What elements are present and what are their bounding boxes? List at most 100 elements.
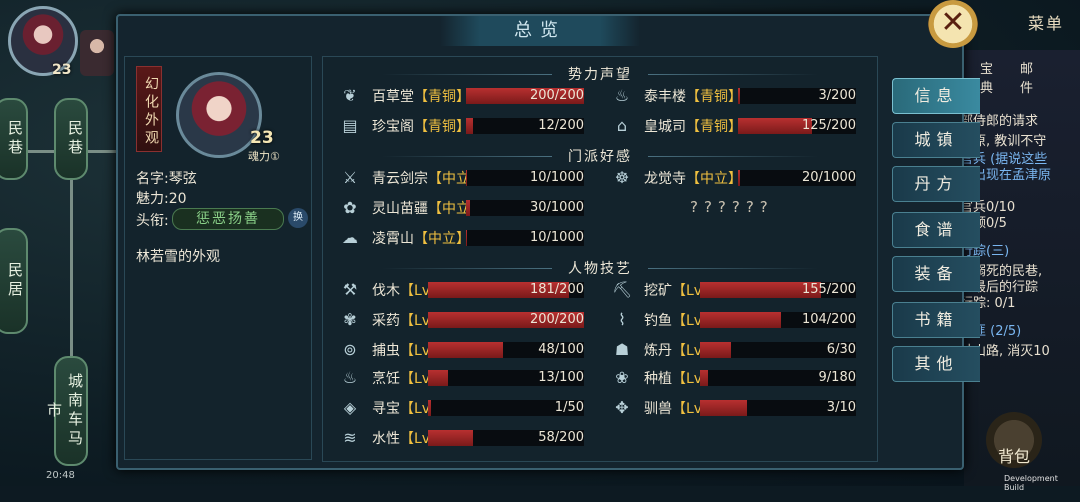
status-time: 20:48 xyxy=(46,470,75,481)
stat-tag: 【青铜】 xyxy=(686,89,742,105)
stat-tag: 【青铜】 xyxy=(414,119,470,135)
stat-tag: 【中立】 xyxy=(686,171,742,187)
progress-value: 200/200 xyxy=(529,312,584,327)
map-node-minju[interactable]: 民居 xyxy=(0,228,28,334)
side-tab-6[interactable]: 其他 xyxy=(892,346,980,382)
pot-icon: ♨ xyxy=(614,86,630,105)
progress-value: 104/200 xyxy=(801,312,856,327)
sword-icon: ⚔ xyxy=(342,168,358,187)
progress-fill xyxy=(700,370,708,386)
progress-bar: 181/200 xyxy=(428,282,584,298)
side-tab-5[interactable]: 书籍 xyxy=(892,302,980,338)
dev-build-label: Development Build xyxy=(1004,474,1058,492)
stat-row: ⚔ 青云剑宗 【中立】 xyxy=(340,168,484,188)
progress-bar: 1/50 xyxy=(428,400,584,416)
stat-name: 烹饪 xyxy=(372,371,400,387)
stat-row: ☸ 龙觉寺 【中立】 xyxy=(612,168,742,188)
swap-title-icon[interactable]: 换 xyxy=(288,208,308,228)
leaf-icon: ❦ xyxy=(343,86,357,105)
name-value: 琴弦 xyxy=(168,171,197,187)
progress-bar: 9/180 xyxy=(700,370,856,386)
progress-value: 200/200 xyxy=(529,88,584,103)
progress-fill xyxy=(466,200,470,216)
stat-tag: 【中立】 xyxy=(414,231,470,247)
treasure-icon: ◈ xyxy=(343,398,357,417)
progress-value: 181/200 xyxy=(529,282,584,297)
progress-value: 13/100 xyxy=(538,370,584,385)
progress-bar: 12/200 xyxy=(466,118,584,134)
progress-bar: 200/200 xyxy=(466,88,584,104)
side-tab-3[interactable]: 食谱 xyxy=(892,212,980,248)
mail-icon[interactable]: 邮件 xyxy=(1020,58,1033,96)
companion-avatar[interactable] xyxy=(80,30,114,76)
unknown-sect: ?????? xyxy=(690,198,774,216)
paw-icon: ✥ xyxy=(615,398,629,417)
window-title: 总览 xyxy=(440,16,640,46)
progress-value: 9/180 xyxy=(818,370,856,385)
progress-fill xyxy=(738,170,741,186)
close-button[interactable]: ✕ xyxy=(928,0,978,48)
bag-button[interactable]: 背包 xyxy=(986,412,1042,468)
map-node-minxiang-1[interactable]: 民巷 xyxy=(0,98,28,180)
codex-icon[interactable]: 宝典 xyxy=(980,58,993,96)
progress-value: 3/10 xyxy=(826,400,856,415)
map-node-label: 民巷 xyxy=(6,120,24,158)
progress-bar: 30/1000 xyxy=(466,200,584,216)
stat-name: 伐木 xyxy=(372,283,400,299)
progress-value: 1/50 xyxy=(554,400,584,415)
side-tab-0[interactable]: 信息 xyxy=(892,78,980,114)
charm-value: 20 xyxy=(168,191,187,207)
progress-value: 48/100 xyxy=(538,342,584,357)
stat-name: 种植 xyxy=(644,371,672,387)
progress-bar: 3/10 xyxy=(700,400,856,416)
progress-fill xyxy=(466,230,468,246)
sect-section-title: 门派好感 xyxy=(322,146,878,166)
stat-name: 采药 xyxy=(372,313,400,329)
stat-row: ☁ 凌霄山 【中立】 xyxy=(340,228,470,248)
character-level: 23 xyxy=(250,128,274,148)
stat-name: 水性 xyxy=(372,431,400,447)
progress-fill xyxy=(700,400,747,416)
stat-name: 驯兽 xyxy=(644,401,672,417)
progress-fill xyxy=(428,430,474,446)
faction-section-title: 势力声望 xyxy=(322,64,878,84)
progress-value: 12/200 xyxy=(538,118,584,133)
stat-name: 捕虫 xyxy=(372,343,400,359)
progress-value: 155/200 xyxy=(801,282,856,297)
net-icon: ⊚ xyxy=(343,340,357,359)
progress-value: 10/1000 xyxy=(529,170,584,185)
bag-label: 背包 xyxy=(997,447,1030,466)
progress-fill xyxy=(466,170,468,186)
soul-power-label[interactable]: 魂力① xyxy=(248,148,280,164)
map-node-minxiang-2[interactable]: 民巷 xyxy=(54,98,88,180)
cooking-icon: ♨ xyxy=(342,368,358,387)
player-level: 23 xyxy=(52,62,72,78)
cloud-icon: ☁ xyxy=(342,228,358,247)
herb-icon: ✾ xyxy=(343,310,357,329)
stat-row: ✿ 灵山苗疆 【中立】 xyxy=(340,198,484,218)
stat-tag: 【青铜】 xyxy=(686,119,742,135)
menu-title[interactable]: 菜单 xyxy=(1028,10,1064,34)
progress-fill xyxy=(428,400,432,416)
fishing-icon: ⌇ xyxy=(618,310,626,329)
water-icon: ≋ xyxy=(343,428,357,447)
stat-name: 炼丹 xyxy=(644,343,672,359)
progress-bar: 3/200 xyxy=(738,88,856,104)
sprout-icon: ❀ xyxy=(615,368,629,387)
title-badge[interactable]: 惩恶扬善 xyxy=(172,208,284,230)
progress-value: 6/30 xyxy=(826,342,856,357)
chest-icon: ▤ xyxy=(342,116,358,135)
appearance-description: 林若雪的外观 xyxy=(136,249,220,265)
side-tab-1[interactable]: 城镇 xyxy=(892,122,980,158)
side-tab-2[interactable]: 丹方 xyxy=(892,166,980,202)
map-node-chengnan[interactable]: 城南车马市 xyxy=(45,356,88,466)
side-tab-4[interactable]: 装备 xyxy=(892,256,980,292)
progress-fill xyxy=(738,88,740,104)
stat-name: 青云剑宗 xyxy=(372,171,428,187)
progress-fill xyxy=(700,312,782,328)
title-label: 头衔: xyxy=(136,213,169,229)
stat-name: 挖矿 xyxy=(644,283,672,299)
stat-row: ❦ 百草堂 【青铜】 xyxy=(340,86,470,106)
progress-value: 20/1000 xyxy=(801,170,856,185)
progress-value: 125/200 xyxy=(801,118,856,133)
